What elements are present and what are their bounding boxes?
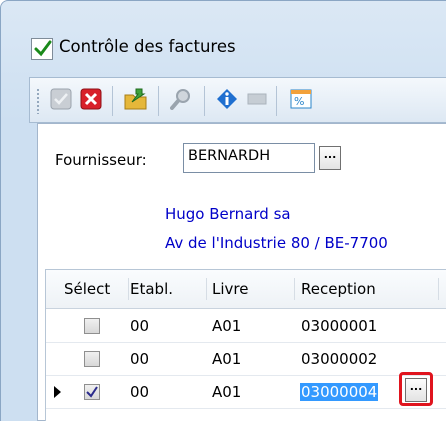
cell-etabl: 00 xyxy=(130,317,150,335)
checkmark-window-icon xyxy=(31,38,53,60)
column-divider[interactable] xyxy=(206,278,207,300)
toolbar: % xyxy=(29,77,446,123)
cell-reception: 03000001 xyxy=(301,317,378,335)
percent-icon[interactable]: % xyxy=(290,88,312,110)
folder-export-icon[interactable] xyxy=(124,88,147,110)
current-row-indicator-icon xyxy=(54,386,61,398)
reception-edit-field[interactable]: 03000004 xyxy=(300,376,379,408)
select-checkbox[interactable] xyxy=(84,351,100,367)
supplier-browse-button[interactable]: ... xyxy=(319,146,341,170)
toolbar-separator xyxy=(158,86,159,116)
column-header-livre[interactable]: Livre xyxy=(212,270,248,308)
highlight-ring xyxy=(399,372,433,406)
column-header-reception[interactable]: Reception xyxy=(301,270,376,308)
dash-icon[interactable] xyxy=(246,88,268,110)
supplier-input[interactable]: BERNARDH xyxy=(183,143,315,173)
cell-etabl: 00 xyxy=(130,350,150,368)
select-checkbox-checked[interactable] xyxy=(84,384,100,400)
svg-text:%: % xyxy=(294,95,304,108)
column-divider[interactable] xyxy=(294,278,295,300)
check-icon[interactable] xyxy=(50,88,72,110)
cell-etabl: 00 xyxy=(130,383,150,401)
column-divider[interactable] xyxy=(438,278,439,300)
cell-livre: A01 xyxy=(212,350,242,368)
toolbar-separator xyxy=(112,86,113,116)
cell-livre: A01 xyxy=(212,317,242,335)
column-header-etabl[interactable]: Etabl. xyxy=(130,270,173,308)
column-header-select[interactable]: Sélect xyxy=(64,270,110,308)
grid-header: Sélect Etabl. Livre Reception xyxy=(46,270,446,309)
invoice-grid: Sélect Etabl. Livre Reception 00 A01 030… xyxy=(45,269,446,421)
toolbar-separator xyxy=(204,86,205,116)
toolbar-separator xyxy=(276,86,277,116)
select-checkbox[interactable] xyxy=(84,318,100,334)
window-title: Contrôle des factures xyxy=(59,37,236,56)
cell-livre: A01 xyxy=(212,383,242,401)
selected-text: 03000004 xyxy=(300,383,379,401)
table-row[interactable]: 00 A01 03000002 xyxy=(46,343,446,376)
info-icon[interactable] xyxy=(216,88,238,110)
magnifier-icon[interactable] xyxy=(170,88,192,110)
close-icon[interactable] xyxy=(80,88,102,110)
cell-reception: 03000002 xyxy=(301,350,378,368)
supplier-name: Hugo Bernard sa xyxy=(165,205,291,223)
table-row-current[interactable]: 00 A01 03000004 xyxy=(46,376,446,409)
invoice-control-window: Contrôle des factures % Fournisseur: BER… xyxy=(0,0,446,421)
toolbar-grip[interactable] xyxy=(36,88,40,114)
table-row[interactable]: 00 A01 03000001 xyxy=(46,310,446,343)
column-divider[interactable] xyxy=(128,278,129,300)
supplier-address: Av de l'Industrie 80 / BE-7700 xyxy=(165,234,388,252)
title-bar: Contrôle des factures xyxy=(1,1,446,73)
supplier-label: Fournisseur: xyxy=(55,151,147,169)
